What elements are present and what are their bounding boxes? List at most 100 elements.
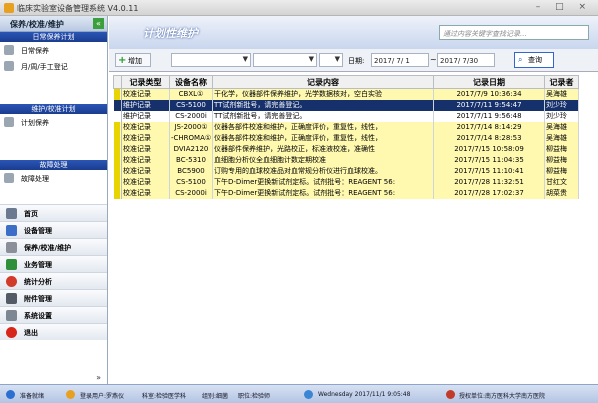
- row-indicator: [113, 188, 122, 199]
- cell-date: 2017/7/9 10:36:34: [433, 88, 545, 100]
- header-indicator: [113, 75, 122, 89]
- module-device[interactable]: 设备管理: [0, 221, 107, 238]
- table-row[interactable]: 校准记录 CBXL① 干化学，仪器部件保养维护，光学数据核对，空白实验 2017/7/…: [113, 88, 579, 100]
- cell-user: 吴海雄: [544, 133, 579, 144]
- status-bar: 准备就绪 登录用户:罗燕仪 科室:检验医学科 组别:细菌 职位:检验师 Wedn…: [0, 384, 598, 403]
- window-title: 临床实验室设备管理系统 V4.0.11: [17, 4, 139, 13]
- cell-device: CS-2000i: [169, 111, 213, 122]
- header-type[interactable]: 记录类型: [121, 75, 170, 89]
- table-row[interactable]: 维护记录 CS-2000i TT试剂新批号，请完善登记。 2017/7/11 9:56…: [113, 111, 579, 122]
- row-indicator: [113, 88, 122, 100]
- window-controls[interactable]: – □ ×: [536, 2, 592, 12]
- cell-type: 维护记录: [121, 100, 170, 111]
- module-exit[interactable]: 退出: [0, 323, 107, 340]
- nav-monthly-weekly[interactable]: 月/周/手工登记: [0, 58, 107, 74]
- date-to-input[interactable]: 2017/ 7/30: [437, 53, 495, 67]
- device-select[interactable]: ▼: [253, 53, 317, 67]
- collapse-icon[interactable]: «: [93, 18, 104, 29]
- module-maintenance[interactable]: 保养/校准/维护: [0, 238, 107, 255]
- cell-content: 干化学，仪器部件保养维护，光学数据核对，空白实验: [212, 88, 434, 100]
- cell-date: 2017/7/11 9:54:47: [433, 100, 545, 111]
- cell-date: 2017/7/14 8:28:53: [433, 133, 545, 144]
- type-select[interactable]: ▼: [171, 53, 251, 67]
- row-indicator: [113, 111, 122, 122]
- cell-device: CS-5100: [169, 100, 213, 111]
- home-icon: [6, 208, 17, 219]
- table-header-row: 记录类型 设备名称 记录内容 记录日期 记录者: [113, 75, 579, 89]
- cell-date: 2017/7/28 11:32:51: [433, 177, 545, 188]
- info-icon: [6, 390, 15, 399]
- cell-content: 仪器各部件校准和维护，正确度评价，重复性，线性，: [212, 133, 434, 144]
- cell-date: 2017/7/15 11:10:41: [433, 166, 545, 177]
- module-attachment[interactable]: 附件管理: [0, 289, 107, 306]
- user-select[interactable]: ▼: [319, 53, 343, 67]
- module-label: 退出: [24, 329, 38, 337]
- row-indicator: [113, 122, 122, 133]
- table-row[interactable]: 校准记录 JS-2000① 仪器各部件校准和维护，正确度评价，重复性，线性， 2017…: [113, 122, 579, 133]
- add-button[interactable]: + 增加: [115, 53, 151, 67]
- module-home[interactable]: 首页: [0, 204, 107, 221]
- cell-content: TT试剂新批号，请完善登记。: [212, 100, 434, 111]
- module-business[interactable]: 业务管理: [0, 255, 107, 272]
- sidebar: 保养/校准/维护 « 日常保养计划 日常保养 月/周/手工登记 维护/校准计划 …: [0, 16, 108, 384]
- title-bar: 临床实验室设备管理系统 V4.0.11 – □ ×: [0, 0, 598, 16]
- table-row[interactable]: 校准记录 BC5900 订购专用的血球校准品对血常规分析仪进行血球校准。 2017/7…: [113, 166, 579, 177]
- header-content[interactable]: 记录内容: [212, 75, 434, 89]
- clock-icon: [304, 390, 313, 399]
- header-device[interactable]: 设备名称: [169, 75, 213, 89]
- row-indicator: [113, 133, 122, 144]
- chevron-down-icon: ▼: [334, 55, 340, 63]
- nav-daily-maintenance[interactable]: 日常保养: [0, 42, 107, 58]
- cell-user: 柳益梅: [544, 166, 579, 177]
- table-row[interactable]: 校准记录 CS-2000i 下午D-Dimer更换新试剂定标。试剂批号：REAGEN…: [113, 188, 579, 199]
- cell-type: 校准记录: [121, 155, 170, 166]
- module-label: 保养/校准/维护: [24, 244, 72, 252]
- plus-icon: +: [118, 55, 127, 66]
- table-row[interactable]: 校准记录 CS-5100 下午D-Dimer更换新试剂定标。试剂批号：REAGENT…: [113, 177, 579, 188]
- module-label: 附件管理: [24, 295, 52, 303]
- pie-icon: [6, 276, 17, 287]
- cell-content: 仪器各部件校准和维护，正确度评价，重复性，线性，: [212, 122, 434, 133]
- records-table[interactable]: 记录类型 设备名称 记录内容 记录日期 记录者 校准记录 CBXL① 干化学，仪器部…: [109, 71, 598, 384]
- group-fault: 故障处理: [0, 160, 107, 170]
- module-label: 系统设置: [24, 312, 52, 320]
- table-row[interactable]: 校准记录 BC-5310 血细胞分析仪全血细胞计数定期校准 2017/7/15 11:…: [113, 155, 579, 166]
- cell-user: 甘红文: [544, 177, 579, 188]
- cell-content: TT试剂新批号，请完善登记。: [212, 111, 434, 122]
- cell-type: 校准记录: [121, 122, 170, 133]
- module-settings[interactable]: 系统设置: [0, 306, 107, 323]
- module-stats[interactable]: 统计分析: [0, 272, 107, 289]
- gear-icon: [4, 117, 14, 127]
- status-ready: 准备就绪: [20, 393, 45, 400]
- table-row[interactable]: 校准记录 DVIA2120 仪器部件保养维护，光路校正，标准液校准，准确性 2017/…: [113, 144, 579, 155]
- module-label: 设备管理: [24, 227, 52, 235]
- cell-user: 柳益梅: [544, 155, 579, 166]
- cell-device: BC5900: [169, 166, 213, 177]
- date-from-input[interactable]: 2017/ 7/ 1: [371, 53, 429, 67]
- header-user[interactable]: 记录者: [544, 75, 579, 89]
- search-input[interactable]: 通过内容关键字查找记录...: [439, 25, 589, 40]
- app-icon: [4, 3, 14, 13]
- nav-label: 故障处理: [21, 175, 49, 183]
- date-separator: ~: [430, 55, 437, 64]
- chevron-down-icon: ▼: [308, 55, 314, 63]
- user-icon: [66, 390, 75, 399]
- cell-type: 校准记录: [121, 144, 170, 155]
- table-row[interactable]: 校准记录 -CHROMA① 仪器各部件校准和维护，正确度评价，重复性，线性， 2017…: [113, 133, 579, 144]
- expand-icon[interactable]: »: [96, 373, 101, 382]
- nav-plan-maintenance[interactable]: 计划保养: [0, 114, 107, 130]
- module-label: 首页: [24, 210, 38, 218]
- query-button[interactable]: ⌕ 查询: [514, 52, 554, 68]
- nav-fault-handling[interactable]: 故障处理: [0, 170, 107, 186]
- cell-device: JS-2000①: [169, 122, 213, 133]
- cell-type: 校准记录: [121, 177, 170, 188]
- status-group: 组别:细菌: [202, 393, 229, 400]
- module-label: 业务管理: [24, 261, 52, 269]
- header-date[interactable]: 记录日期: [433, 75, 545, 89]
- row-indicator: [113, 144, 122, 155]
- device-icon: [6, 225, 17, 236]
- table-row[interactable]: 维护记录 CS-5100 TT试剂新批号，请完善登记。 2017/7/11 9:54:…: [113, 100, 579, 111]
- cell-device: BC-5310: [169, 155, 213, 166]
- cell-date: 2017/7/14 8:14:29: [433, 122, 545, 133]
